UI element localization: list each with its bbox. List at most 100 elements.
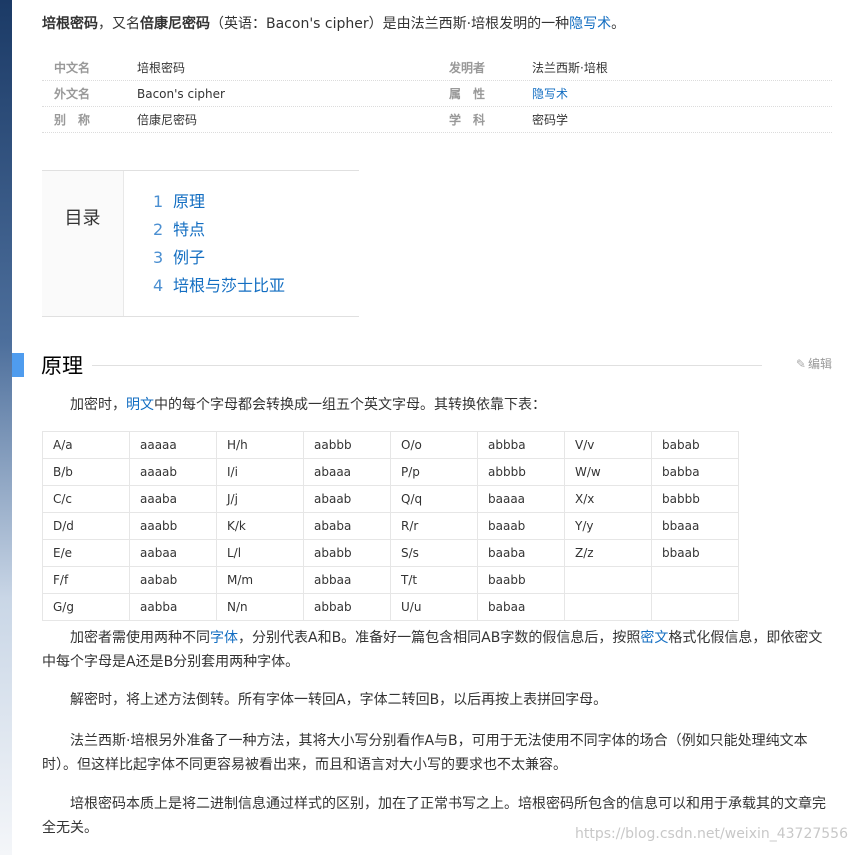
intro-text: （英语：Bacon's cipher）是由法兰西斯·培根发明的一种 — [210, 16, 570, 32]
toc-item-examples[interactable]: 3 例子 — [153, 244, 285, 272]
letter-cell: O/o — [390, 431, 478, 459]
toc-title: 目录 — [42, 171, 124, 316]
letter-cell — [564, 593, 652, 621]
table-of-contents: 目录 1 原理 2 特点 3 例子 4 培根与莎士比亚 — [42, 170, 359, 317]
attribute-link[interactable]: 隐写术 — [532, 87, 568, 101]
font-link[interactable]: 字体 — [210, 630, 238, 646]
edit-button[interactable]: ✎ 编辑 — [796, 355, 832, 372]
bacon-cipher-table: A/a aaaaa H/h aabbb O/o abbba V/v babab B/b aaaab… — [42, 431, 739, 621]
code-cell: aabbb — [303, 431, 391, 459]
letter-cell: E/e — [42, 539, 130, 567]
para-text: 中的每个字母都会转换成一组五个英文字母。其转换依靠下表： — [154, 397, 546, 413]
code-cell: abbbb — [477, 458, 565, 486]
letter-cell: H/h — [216, 431, 304, 459]
letter-cell — [564, 566, 652, 594]
alias-bold: 倍康尼密码 — [140, 16, 210, 32]
edit-label: 编辑 — [807, 357, 832, 371]
left-edge-strip — [0, 0, 12, 855]
info-row: 别 称 倍康尼密码 学 科 密码学 — [42, 107, 832, 133]
letter-cell: L/l — [216, 539, 304, 567]
toc-label: 例子 — [173, 248, 206, 267]
letter-cell: Y/y — [564, 512, 652, 540]
ciphertext-link[interactable]: 密文 — [640, 630, 668, 646]
table-row: D/d aaabb K/k ababa R/r baaab Y/y bbaaa — [42, 512, 739, 540]
intro-text: 。 — [611, 16, 626, 32]
toc-number: 1 — [153, 192, 164, 211]
toc-number: 2 — [153, 220, 164, 239]
intro-text: ，又名 — [98, 16, 140, 32]
section-accent-bar — [12, 353, 24, 377]
info-value: 密码学 — [532, 113, 569, 127]
info-name: 别 称 — [54, 113, 91, 127]
toc-item-bacon-shakespeare[interactable]: 4 培根与莎士比亚 — [153, 272, 285, 300]
letter-cell: P/p — [390, 458, 478, 486]
letter-cell: D/d — [42, 512, 130, 540]
code-cell: aabab — [129, 566, 217, 594]
code-cell: aaabb — [129, 512, 217, 540]
code-cell: ababa — [303, 512, 391, 540]
code-cell: babbb — [651, 485, 739, 513]
code-cell: aabba — [129, 593, 217, 621]
table-row: A/a aaaaa H/h aabbb O/o abbba V/v babab — [42, 431, 739, 459]
toc-item-principle[interactable]: 1 原理 — [153, 188, 285, 216]
code-cell: ababb — [303, 539, 391, 567]
letter-cell: U/u — [390, 593, 478, 621]
info-name: 属 性 — [449, 87, 486, 101]
code-cell: aaaab — [129, 458, 217, 486]
toc-number: 4 — [153, 276, 164, 295]
code-cell: abbaa — [303, 566, 391, 594]
code-cell — [651, 566, 739, 594]
info-name: 发明者 — [449, 61, 486, 75]
letter-cell: I/i — [216, 458, 304, 486]
info-name: 中文名 — [54, 61, 91, 75]
code-cell: bbaaa — [651, 512, 739, 540]
steganography-link[interactable]: 隐写术 — [569, 16, 611, 32]
code-cell: baaab — [477, 512, 565, 540]
letter-cell: C/c — [42, 485, 130, 513]
code-cell: baaba — [477, 539, 565, 567]
info-value: 培根密码 — [137, 61, 186, 75]
paragraph-encryption: 加密时，明文中的每个字母都会转换成一组五个英文字母。其转换依靠下表： — [42, 393, 832, 417]
paragraph-fonts: 加密者需使用两种不同字体，分别代表A和B。准备好一篇包含相同AB字数的假信息后，… — [42, 626, 832, 674]
code-cell: bbaab — [651, 539, 739, 567]
basic-info-box: 中文名 培根密码 发明者 法兰西斯·培根 外文名 Bacon's cipher … — [42, 55, 832, 133]
para-text: 加密时， — [70, 397, 126, 413]
toc-number: 3 — [153, 248, 164, 267]
table-row: E/e aabaa L/l ababb S/s baaba Z/z bbaab — [42, 539, 739, 567]
code-cell: aaaba — [129, 485, 217, 513]
code-cell: abbba — [477, 431, 565, 459]
letter-cell: K/k — [216, 512, 304, 540]
code-cell: abaaa — [303, 458, 391, 486]
info-name: 外文名 — [54, 87, 91, 101]
code-cell: babab — [651, 431, 739, 459]
letter-cell: M/m — [216, 566, 304, 594]
plaintext-link[interactable]: 明文 — [126, 397, 154, 413]
toc-label: 培根与莎士比亚 — [173, 276, 286, 295]
code-cell: abbab — [303, 593, 391, 621]
toc-label: 原理 — [173, 192, 206, 211]
letter-cell: N/n — [216, 593, 304, 621]
para-text: 加密者需使用两种不同 — [70, 630, 210, 646]
letter-cell: W/w — [564, 458, 652, 486]
table-row: G/g aabba N/n abbab U/u babaa — [42, 593, 739, 621]
term-bold: 培根密码 — [42, 16, 98, 32]
section-header: 原理 ✎ 编辑 — [12, 348, 832, 382]
letter-cell: F/f — [42, 566, 130, 594]
para-text: ，分别代表A和B。准备好一篇包含相同AB字数的假信息后，按照 — [238, 630, 641, 646]
letter-cell: V/v — [564, 431, 652, 459]
code-cell: babba — [651, 458, 739, 486]
letter-cell: A/a — [42, 431, 130, 459]
letter-cell: J/j — [216, 485, 304, 513]
paragraph-case-method: 法兰西斯·培根另外准备了一种方法，其将大小写分别看作A与B，可用于无法使用不同字… — [42, 733, 808, 773]
info-value: 倍康尼密码 — [137, 113, 198, 127]
paragraph-decryption: 解密时，将上述方法倒转。所有字体一转回A，字体二转回B，以后再按上表拼回字母。 — [70, 692, 608, 708]
watermark: https://blog.csdn.net/weixin_43727556 — [574, 826, 848, 842]
info-row: 外文名 Bacon's cipher 属 性 隐写术 — [42, 81, 832, 107]
letter-cell: R/r — [390, 512, 478, 540]
table-row: C/c aaaba J/j abaab Q/q baaaa X/x babbb — [42, 485, 739, 513]
code-cell: baabb — [477, 566, 565, 594]
table-row: B/b aaaab I/i abaaa P/p abbbb W/w babba — [42, 458, 739, 486]
toc-item-features[interactable]: 2 特点 — [153, 216, 285, 244]
code-cell: aaaaa — [129, 431, 217, 459]
info-row: 中文名 培根密码 发明者 法兰西斯·培根 — [42, 55, 832, 81]
